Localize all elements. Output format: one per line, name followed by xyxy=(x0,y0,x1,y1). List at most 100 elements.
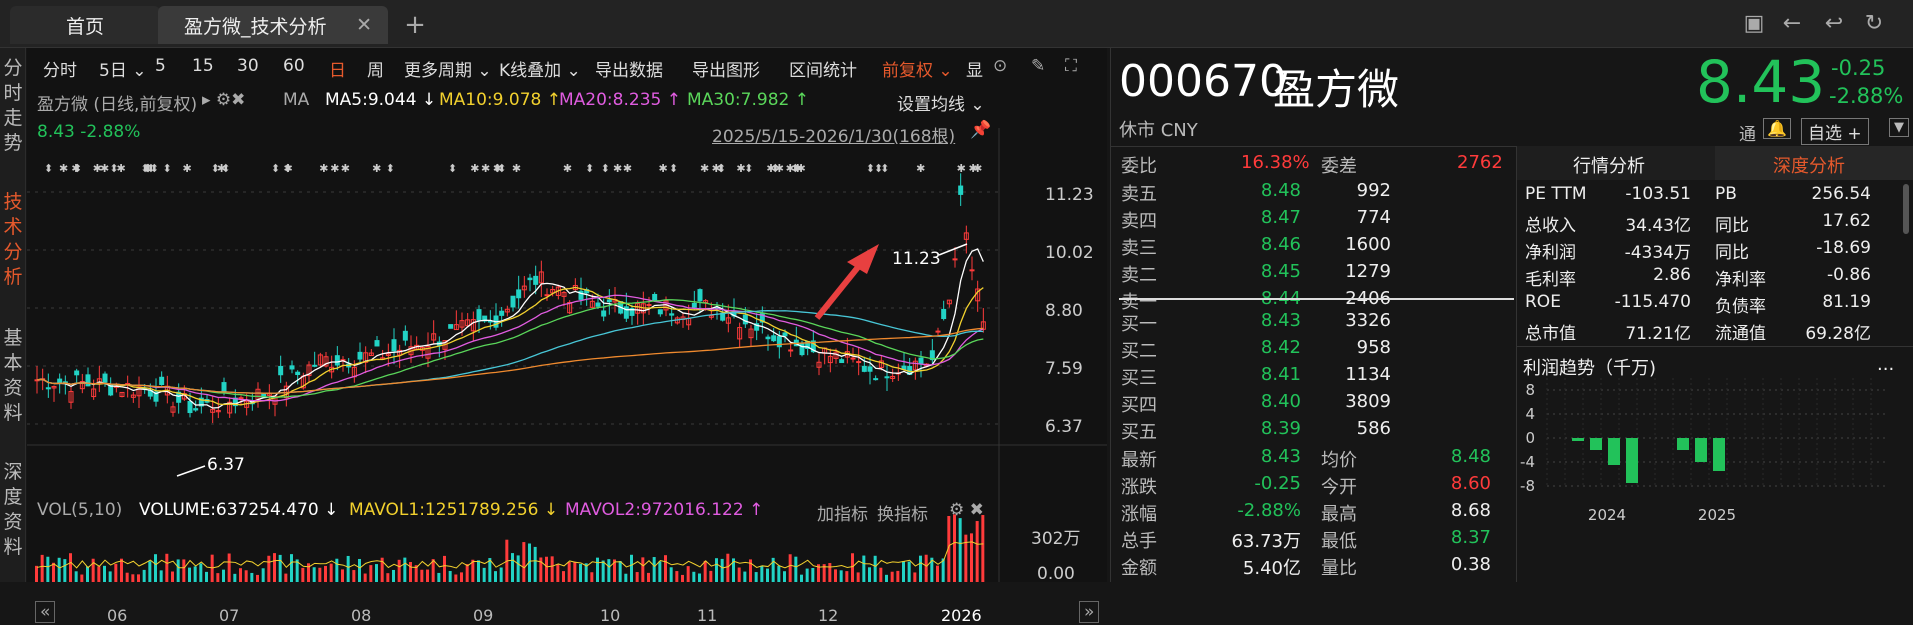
event-marker: ⬍ xyxy=(717,162,726,175)
candle-body xyxy=(295,371,301,376)
scroll-right-icon[interactable]: » xyxy=(1079,601,1100,623)
volume-bar xyxy=(363,573,367,582)
volume-bar xyxy=(664,555,667,582)
x-tick: 11 xyxy=(697,606,718,625)
event-marker: ✱ xyxy=(117,162,126,175)
tab-active-label: 盈方微_技术分析 xyxy=(184,15,327,38)
profit-bar xyxy=(1695,438,1707,462)
bell-icon[interactable]: 🔔 xyxy=(1763,118,1791,139)
volume-bar xyxy=(550,556,554,582)
candle-body xyxy=(533,275,539,285)
stat-d: 8.37 xyxy=(1450,527,1491,548)
profit-chart: 8 4 0 -4 -8 2024 2025 xyxy=(1520,378,1885,524)
volume-bar xyxy=(601,560,605,582)
volume-bar xyxy=(834,569,837,582)
volume-bar xyxy=(40,554,44,582)
candle-body xyxy=(357,351,363,360)
volume-bar xyxy=(885,574,888,582)
wb-cell: 委差 xyxy=(1321,156,1357,177)
volume-bar xyxy=(324,565,327,582)
fund-c: 负债率 xyxy=(1715,297,1766,317)
add-watchlist-button[interactable]: 自选 + xyxy=(1801,118,1869,145)
volume-bar xyxy=(494,571,497,582)
candle-body xyxy=(839,359,845,364)
volume-bar xyxy=(261,568,265,582)
stat-d: 0.38 xyxy=(1450,554,1491,575)
volume-bar xyxy=(839,570,843,582)
volume-bar xyxy=(896,570,900,582)
sidebar-item-deep[interactable]: 深度资料 xyxy=(2,460,24,560)
profit-x-tick: 2025 xyxy=(1698,506,1736,524)
wb-cell: 16.38% xyxy=(1241,152,1310,173)
scrollbar-thumb[interactable] xyxy=(1903,184,1909,234)
volume-bar xyxy=(652,557,656,582)
undo-icon[interactable]: ↩ xyxy=(1820,10,1848,38)
volume-bar xyxy=(465,564,469,582)
market-status: 休市 CNY xyxy=(1119,120,1198,141)
tab-deep-analysis[interactable]: 深度分析 xyxy=(1715,146,1913,180)
volume-bar xyxy=(284,573,288,582)
bid-ask-divider xyxy=(1119,298,1514,300)
candle-body xyxy=(374,340,380,347)
title-bar: 首页 盈方微_技术分析 ✕ + ▣ ← ↩ ↻ xyxy=(0,0,1913,48)
back-icon[interactable]: ← xyxy=(1778,10,1806,38)
volume-bar xyxy=(709,570,713,582)
volume-bar xyxy=(579,563,582,582)
sidebar-item-timeshare[interactable]: 分时走势 xyxy=(2,56,24,156)
tab-market-analysis[interactable]: 行情分析 xyxy=(1517,146,1715,180)
fund-c: 同比 xyxy=(1715,216,1749,236)
event-marker: ✱ xyxy=(93,162,102,175)
volume-bar xyxy=(250,572,254,582)
vol-settings-icon[interactable]: ⚙ ✖ xyxy=(949,500,984,520)
sidebar-item-basic[interactable]: 基本资料 xyxy=(2,326,24,426)
stat-c: 最高 xyxy=(1321,504,1357,525)
stat-b: 63.73万 xyxy=(1231,531,1301,552)
candle-body xyxy=(935,330,941,333)
close-icon[interactable]: ✕ xyxy=(356,14,372,36)
volume-value: VOLUME:637254.470 ↓ xyxy=(139,500,339,520)
profit-bar xyxy=(1713,438,1725,471)
sidebar-item-technical[interactable]: 技术分析 xyxy=(2,190,24,290)
swap-indicator-button[interactable]: 换指标 xyxy=(877,500,928,525)
event-marker: ✱ xyxy=(283,162,292,175)
event-marker: ✱ xyxy=(470,162,479,175)
add-tab-button[interactable]: + xyxy=(400,6,430,44)
ma60-line xyxy=(36,310,984,394)
candle-body xyxy=(850,357,856,360)
screenshot-icon[interactable]: ▣ xyxy=(1740,10,1768,38)
stock-code: 000670 xyxy=(1119,56,1287,107)
candle-body xyxy=(499,310,505,316)
refresh-icon[interactable]: ↻ xyxy=(1860,10,1888,38)
event-marker: ⬍ xyxy=(221,162,230,175)
candle-body xyxy=(187,401,193,414)
volume-bar xyxy=(159,570,163,582)
volume-bar xyxy=(953,514,956,582)
volume-bar xyxy=(97,566,101,582)
tab-technical-analysis[interactable]: 盈方微_技术分析 ✕ xyxy=(158,6,388,44)
volume-bar xyxy=(754,572,758,582)
tab-home[interactable]: 首页 xyxy=(10,6,160,44)
ma30-line xyxy=(36,299,984,399)
tong-label[interactable]: 通 xyxy=(1739,120,1756,145)
volume-bar xyxy=(57,557,61,582)
volume-bar xyxy=(890,571,894,582)
volume-bar xyxy=(91,558,95,582)
volume-bar xyxy=(737,567,741,582)
event-marker: ✱ xyxy=(623,162,632,175)
volume-bar xyxy=(369,565,373,582)
volume-bar xyxy=(562,571,565,582)
fund-b: 2.86 xyxy=(1653,265,1691,285)
add-indicator-button[interactable]: 加指标 xyxy=(817,500,868,525)
profit-more-button[interactable]: ... xyxy=(1877,354,1894,375)
dropdown-icon[interactable]: ▼ xyxy=(1889,118,1909,137)
volume-bar xyxy=(777,565,781,582)
candle-body xyxy=(102,373,108,383)
volume-bar xyxy=(686,566,690,582)
event-marker: ✱ xyxy=(793,162,802,175)
bid-p: 8.42 xyxy=(1260,337,1301,358)
last-price: 8.43 xyxy=(1696,48,1826,116)
profit-y-tick: -8 xyxy=(1520,477,1535,495)
stat-a: 涨跌 xyxy=(1121,477,1157,498)
scroll-left-icon[interactable]: « xyxy=(35,601,56,623)
volume-bar xyxy=(142,569,146,582)
